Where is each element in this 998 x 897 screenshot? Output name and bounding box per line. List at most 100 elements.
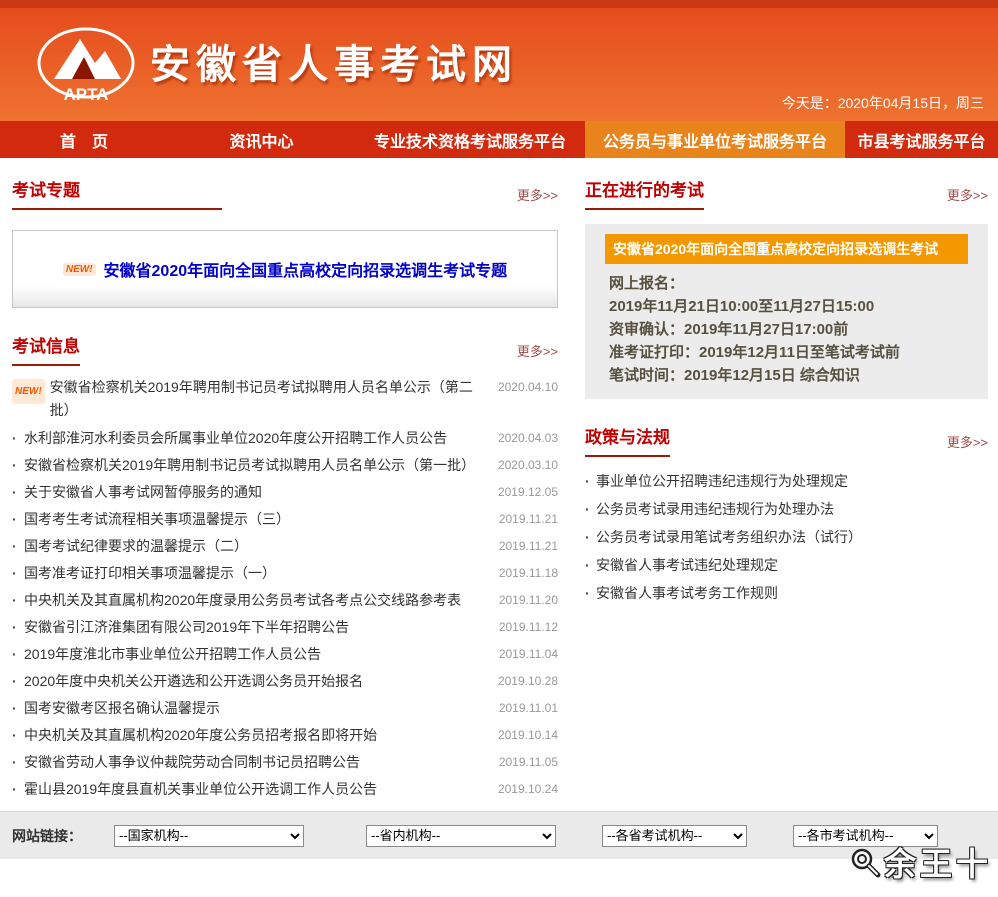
section-title-exam-info: 考试信息 xyxy=(12,332,80,366)
news-link[interactable]: 安徽省检察机关2019年聘用制书记员考试拟聘用人员名单公示（第一批） xyxy=(24,452,486,479)
news-row: 国考考生考试流程相关事项温馨提示（三） 2019.11.21 xyxy=(12,506,558,533)
new-icon: NEW! xyxy=(63,263,96,276)
section-exam-topics-header: 考试专题 更多>> xyxy=(12,176,558,210)
policy-row: 公务员考试录用笔试考务组织办法（试行） xyxy=(585,523,988,551)
news-date: 2019.10.24 xyxy=(486,776,558,803)
news-row: 中央机关及其直属机构2020年度录用公务员考试各考点公交线路参考表 2019.1… xyxy=(12,587,558,614)
news-date: 2019.11.12 xyxy=(486,614,558,641)
policy-row: 事业单位公开招聘违纪违规行为处理规定 xyxy=(585,467,988,495)
policy-link[interactable]: 事业单位公开招聘违纪违规行为处理规定 xyxy=(596,467,848,495)
site-footer: 网站链接： --国家机构-- --省内机构-- --各省考试机构-- --各市考… xyxy=(0,811,998,859)
dropdown-province-exam-agencies[interactable]: --各省考试机构-- xyxy=(602,825,747,847)
news-link[interactable]: 2019年度淮北市事业单位公开招聘工作人员公告 xyxy=(24,641,486,668)
policy-link[interactable]: 安徽省人事考试违纪处理规定 xyxy=(596,551,778,579)
dropdown-provincial-agencies[interactable]: --省内机构-- xyxy=(366,825,556,847)
news-date: 2019.11.21 xyxy=(486,533,558,560)
nav-item-professional-platform[interactable]: 专业技术资格考试服务平台 xyxy=(355,121,585,158)
policy-link[interactable]: 公务员考试录用违纪违规行为处理办法 xyxy=(596,495,834,523)
ongoing-exam-box: 安徽省2020年面向全国重点高校定向招录选调生考试 网上报名： 2019年11月… xyxy=(585,224,988,399)
news-link[interactable]: 安徽省劳动人事争议仲裁院劳动合同制书记员招聘公告 xyxy=(24,749,486,776)
news-date: 2019.11.05 xyxy=(486,749,558,776)
left-column: 考试专题 更多>> NEW! 安徽省2020年面向全国重点高校定向招录选调生考试… xyxy=(12,176,558,811)
news-row: 2019年度淮北市事业单位公开招聘工作人员公告 2019.11.04 xyxy=(12,641,558,668)
main-nav: 首 页 资讯中心 专业技术资格考试服务平台 公务员与事业单位考试服务平台 市县考… xyxy=(0,121,998,158)
news-date: 2019.11.21 xyxy=(486,506,558,533)
section-exam-info-header: 考试信息 更多>> xyxy=(12,332,558,366)
more-link-ongoing-exam[interactable]: 更多>> xyxy=(947,185,988,210)
news-link[interactable]: 水利部淮河水利委员会所属事业单位2020年度公开招聘工作人员公告 xyxy=(24,425,486,452)
news-link[interactable]: 国考准考证打印相关事项温馨提示（一） xyxy=(24,560,486,587)
more-link-exam-info[interactable]: 更多>> xyxy=(517,341,558,366)
right-column: 正在进行的考试 更多>> 安徽省2020年面向全国重点高校定向招录选调生考试 网… xyxy=(585,176,988,811)
site-title: 安徽省人事考试网 xyxy=(150,32,518,90)
section-title-policies: 政策与法规 xyxy=(585,423,670,457)
news-link[interactable]: 关于安徽省人事考试网暂停服务的通知 xyxy=(24,479,486,506)
news-row: 霍山县2019年度县直机关事业单位公开选调工作人员公告 2019.10.24 xyxy=(12,776,558,803)
featured-topic-box: NEW! 安徽省2020年面向全国重点高校定向招录选调生考试专题 xyxy=(12,230,558,308)
news-row: 国考准考证打印相关事项温馨提示（一） 2019.11.18 xyxy=(12,560,558,587)
news-link[interactable]: 国考考试纪律要求的温馨提示（二） xyxy=(24,533,486,560)
exam-info-list: NEW! 安徽省检察机关2019年聘用制书记员考试拟聘用人员名单公示（第二批） … xyxy=(12,374,558,803)
main-content: 考试专题 更多>> NEW! 安徽省2020年面向全国重点高校定向招录选调生考试… xyxy=(0,158,998,811)
nav-item-home[interactable]: 首 页 xyxy=(0,121,168,158)
exam-detail-line: 网上报名： xyxy=(609,272,974,295)
news-row: 水利部淮河水利委员会所属事业单位2020年度公开招聘工作人员公告 2020.04… xyxy=(12,425,558,452)
section-title-exam-topics: 考试专题 xyxy=(12,176,222,210)
policy-row: 公务员考试录用违纪违规行为处理办法 xyxy=(585,495,988,523)
news-date: 2019.10.14 xyxy=(486,722,558,749)
dropdown-national-agencies[interactable]: --国家机构-- xyxy=(114,825,304,847)
policy-list: 事业单位公开招聘违纪违规行为处理规定 公务员考试录用违纪违规行为处理办法 公务员… xyxy=(585,467,988,607)
news-date: 2019.11.18 xyxy=(486,560,558,587)
news-row: 国考安徽考区报名确认温馨提示 2019.11.01 xyxy=(12,695,558,722)
more-link-exam-topics[interactable]: 更多>> xyxy=(517,185,558,210)
policy-row: 安徽省人事考试考务工作规则 xyxy=(585,579,988,607)
news-date: 2019.11.20 xyxy=(486,587,558,614)
apta-logo-icon: APTA xyxy=(36,25,136,105)
news-link[interactable]: 国考安徽考区报名确认温馨提示 xyxy=(24,695,486,722)
news-link[interactable]: 国考考生考试流程相关事项温馨提示（三） xyxy=(24,506,486,533)
news-date: 2019.10.28 xyxy=(486,668,558,695)
news-date: 2020.04.03 xyxy=(486,425,558,452)
nav-item-news-center[interactable]: 资讯中心 xyxy=(168,121,355,158)
footer-links-label: 网站链接： xyxy=(12,826,82,846)
logo-text: APTA xyxy=(63,85,108,104)
news-row: NEW! 安徽省检察机关2019年聘用制书记员考试拟聘用人员名单公示（第二批） … xyxy=(12,374,558,425)
news-row: 2020年度中央机关公开遴选和公开选调公务员开始报名 2019.10.28 xyxy=(12,668,558,695)
news-row: 安徽省劳动人事争议仲裁院劳动合同制书记员招聘公告 2019.11.05 xyxy=(12,749,558,776)
exam-detail-line: 准考证打印：2019年12月11日至笔试考试前 xyxy=(609,341,974,364)
ongoing-exam-banner[interactable]: 安徽省2020年面向全国重点高校定向招录选调生考试 xyxy=(605,234,968,264)
news-link[interactable]: 安徽省引江济淮集团有限公司2019年下半年招聘公告 xyxy=(24,614,486,641)
news-date: 2020.03.10 xyxy=(486,452,558,479)
exam-detail-line: 笔试时间：2019年12月15日 综合知识 xyxy=(609,364,974,387)
news-row: 安徽省引江济淮集团有限公司2019年下半年招聘公告 2019.11.12 xyxy=(12,614,558,641)
section-ongoing-exam-header: 正在进行的考试 更多>> xyxy=(585,176,988,210)
more-link-policies[interactable]: 更多>> xyxy=(947,432,988,457)
news-date: 2020.04.10 xyxy=(486,376,558,399)
policy-link[interactable]: 安徽省人事考试考务工作规则 xyxy=(596,579,778,607)
nav-item-city-county-platform[interactable]: 市县考试服务平台 xyxy=(845,121,998,158)
nav-item-civil-servant-platform[interactable]: 公务员与事业单位考试服务平台 xyxy=(585,121,845,158)
featured-topic-link[interactable]: 安徽省2020年面向全国重点高校定向招录选调生考试专题 xyxy=(104,257,508,281)
new-icon: NEW! xyxy=(12,379,45,404)
ongoing-exam-details: 网上报名： 2019年11月21日10:00至11月27日15:00 资审确认：… xyxy=(599,272,974,387)
news-link[interactable]: 霍山县2019年度县直机关事业单位公开选调工作人员公告 xyxy=(24,776,486,803)
news-row: 国考考试纪律要求的温馨提示（二） 2019.11.21 xyxy=(12,533,558,560)
exam-detail-line: 2019年11月21日10:00至11月27日15:00 xyxy=(609,295,974,318)
site-header: APTA 安徽省人事考试网 今天是：2020年04月15日，周三 xyxy=(0,8,998,121)
news-date: 2019.11.04 xyxy=(486,641,558,668)
news-link[interactable]: 中央机关及其直属机构2020年度录用公务员考试各考点公交线路参考表 xyxy=(24,587,486,614)
news-row: 关于安徽省人事考试网暂停服务的通知 2019.12.05 xyxy=(12,479,558,506)
header-date: 今天是：2020年04月15日，周三 xyxy=(782,93,984,113)
news-row: 安徽省检察机关2019年聘用制书记员考试拟聘用人员名单公示（第一批） 2020.… xyxy=(12,452,558,479)
news-link[interactable]: 安徽省检察机关2019年聘用制书记员考试拟聘用人员名单公示（第二批） xyxy=(50,376,486,422)
news-link[interactable]: 中央机关及其直属机构2020年度公务员招考报名即将开始 xyxy=(24,722,486,749)
exam-detail-line: 资审确认：2019年11月27日17:00前 xyxy=(609,318,974,341)
news-date: 2019.12.05 xyxy=(486,479,558,506)
news-row: 中央机关及其直属机构2020年度公务员招考报名即将开始 2019.10.14 xyxy=(12,722,558,749)
section-title-ongoing-exam: 正在进行的考试 xyxy=(585,176,704,210)
news-date: 2019.11.01 xyxy=(486,695,558,722)
dropdown-city-exam-agencies[interactable]: --各市考试机构-- xyxy=(793,825,938,847)
news-link[interactable]: 2020年度中央机关公开遴选和公开选调公务员开始报名 xyxy=(24,668,486,695)
policy-link[interactable]: 公务员考试录用笔试考务组织办法（试行） xyxy=(596,523,862,551)
policy-row: 安徽省人事考试违纪处理规定 xyxy=(585,551,988,579)
